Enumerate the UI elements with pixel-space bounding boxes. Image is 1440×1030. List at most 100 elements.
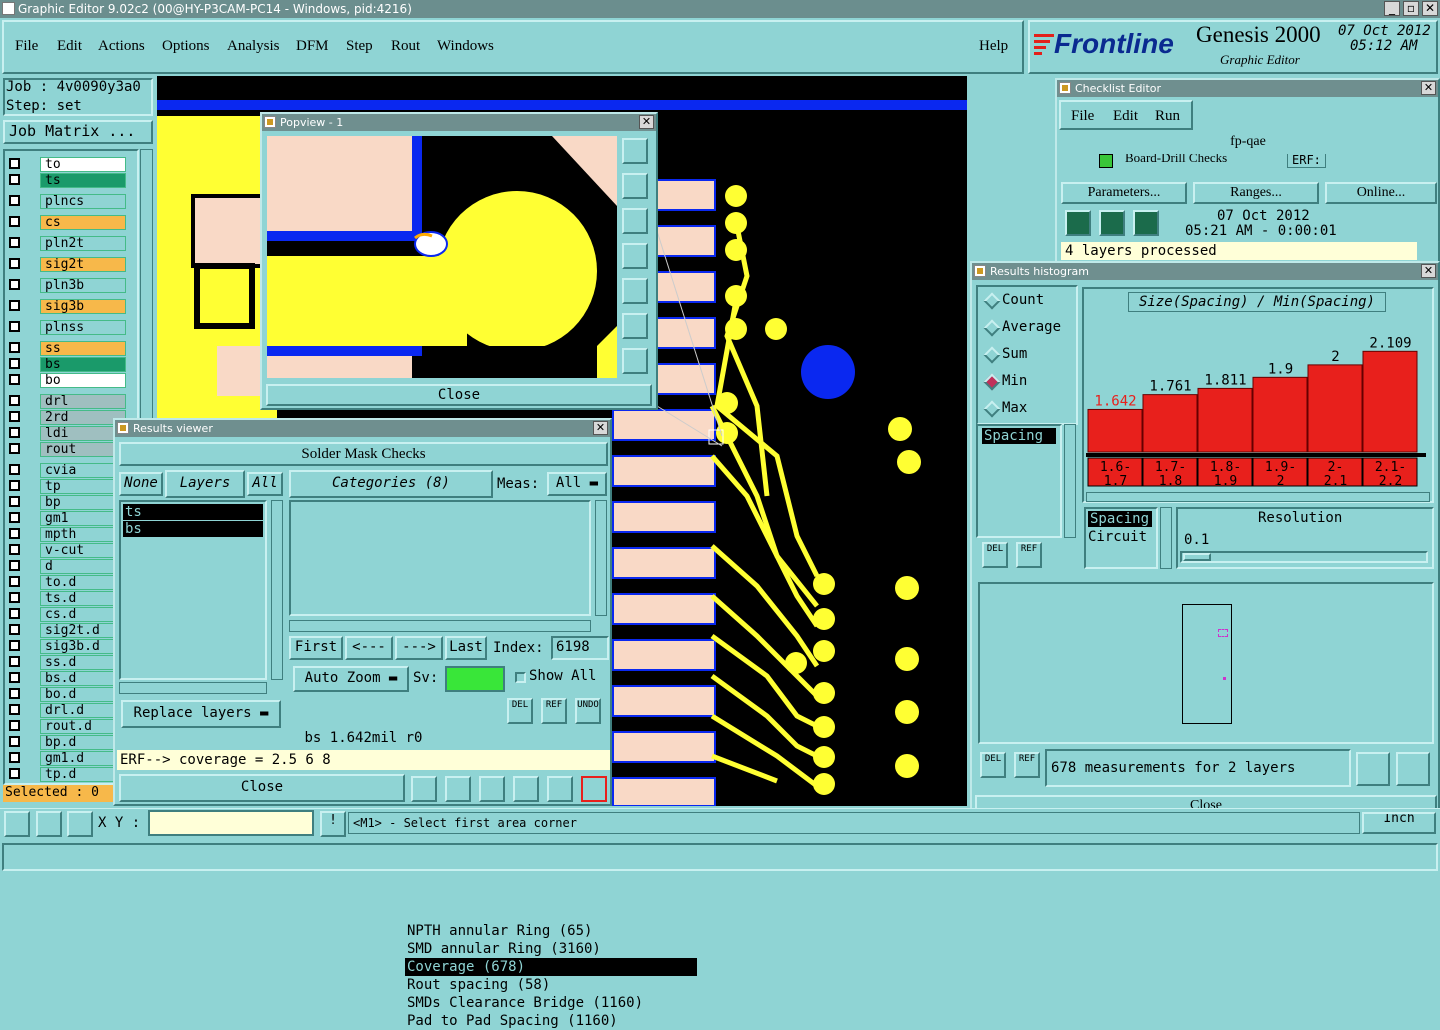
histogram-titlebar[interactable]: Results histogram ✕	[972, 263, 1438, 280]
layer-row[interactable]: pln3b	[4, 278, 126, 293]
layer-checkbox[interactable]	[9, 672, 20, 683]
layer-checkbox[interactable]	[9, 237, 20, 248]
layer-name[interactable]: pln2t	[40, 236, 126, 251]
bar-chart-icon[interactable]	[581, 776, 607, 802]
layer-row[interactable]: to.d	[4, 575, 126, 590]
categories-button[interactable]: Categories (8)	[289, 470, 493, 498]
category-item[interactable]: Pad to Pad Spacing (1160)	[407, 1012, 618, 1030]
histogram-bar[interactable]	[1252, 376, 1308, 453]
layer-name[interactable]: drl	[40, 394, 126, 409]
checklist-row[interactable]: Board-Drill Checks ERF:	[1063, 154, 1423, 172]
results-viewer-close-button[interactable]: Close	[119, 774, 405, 802]
notes-icon[interactable]	[547, 776, 573, 802]
mode-max[interactable]: Max	[1002, 400, 1027, 416]
layer-row[interactable]: cs.d	[4, 607, 126, 622]
layer-name[interactable]: ss	[40, 341, 126, 356]
layer-checkbox[interactable]	[9, 496, 20, 507]
layer-checkbox[interactable]	[9, 560, 20, 571]
ranges-button[interactable]: Ranges...	[1193, 182, 1319, 204]
layer-checkbox[interactable]	[9, 608, 20, 619]
none-button[interactable]: None	[119, 472, 163, 496]
popview-close-icon[interactable]: ✕	[639, 115, 654, 129]
layer-result-item-ts[interactable]: ts	[123, 504, 263, 520]
layer-row[interactable]: rout.d	[4, 719, 126, 734]
layer-checkbox[interactable]	[9, 358, 20, 369]
category-item[interactable]: Coverage (678)	[405, 958, 697, 976]
layer-checkbox[interactable]	[9, 258, 20, 269]
resolution-slider-thumb[interactable]	[1183, 553, 1211, 561]
category-item[interactable]: SMDs Clearance Bridge (1160)	[407, 994, 643, 1012]
layer-checkbox[interactable]	[9, 656, 20, 667]
next-button[interactable]: --->	[395, 636, 443, 660]
zoom-in-icon[interactable]	[622, 313, 648, 339]
close-window-button[interactable]: ✕	[1422, 1, 1438, 16]
layer-row[interactable]: gm1.d	[4, 751, 126, 766]
layer-checkbox[interactable]	[9, 512, 20, 523]
hist-ref2-icon[interactable]: REF	[1014, 752, 1040, 778]
stop-run-icon[interactable]	[1133, 210, 1159, 236]
layer-row[interactable]: plnss	[4, 320, 126, 335]
category-item[interactable]: NPTH annular Ring (65)	[407, 922, 592, 940]
layer-checkbox[interactable]	[9, 736, 20, 747]
layer-checkbox[interactable]	[9, 411, 20, 422]
del-icon[interactable]: DEL	[507, 698, 533, 724]
zoom-histogram-icon[interactable]	[1356, 752, 1390, 786]
menu-options[interactable]: Options	[162, 38, 210, 55]
menu-dfm[interactable]: DFM	[296, 38, 329, 55]
layer-result-item-bs[interactable]: bs	[123, 521, 263, 537]
histogram-bar[interactable]	[1142, 394, 1198, 453]
layer-checkbox[interactable]	[9, 216, 20, 227]
hist-ref-icon[interactable]: REF	[1016, 542, 1042, 568]
last-button[interactable]: Last	[445, 636, 487, 660]
layer-checkbox[interactable]	[9, 374, 20, 385]
measure-type-scroll[interactable]	[1064, 424, 1076, 538]
mode-average[interactable]: Average	[1002, 319, 1061, 335]
zoom-fit-icon[interactable]	[622, 138, 648, 164]
layer-checkbox[interactable]	[9, 480, 20, 491]
grid-icon[interactable]	[67, 811, 93, 837]
layer-row[interactable]: bo	[4, 373, 126, 388]
layer-row[interactable]: cvia	[4, 463, 126, 478]
layer-row[interactable]: bp	[4, 495, 126, 510]
layer-checkbox[interactable]	[9, 321, 20, 332]
layer-row[interactable]: bp.d	[4, 735, 126, 750]
layer-name[interactable]: plncs	[40, 194, 126, 209]
layer-checkbox[interactable]	[9, 640, 20, 651]
show-icon[interactable]	[445, 776, 471, 802]
layer-row[interactable]: 2rd	[4, 410, 126, 425]
layer-checkbox[interactable]	[9, 464, 20, 475]
menu-step[interactable]: Step	[346, 38, 373, 55]
layer-checkbox[interactable]	[9, 300, 20, 311]
pan-right-icon[interactable]	[622, 278, 648, 304]
layer-checkbox[interactable]	[9, 752, 20, 763]
online-button[interactable]: Online...	[1325, 182, 1437, 204]
layer-row[interactable]: ss.d	[4, 655, 126, 670]
run-check-icon[interactable]	[1065, 210, 1091, 236]
layer-checkbox[interactable]	[9, 720, 20, 731]
index-input[interactable]: 6198	[551, 636, 609, 660]
layer-row[interactable]: pln2t	[4, 236, 126, 251]
layer-checkbox[interactable]	[9, 427, 20, 438]
show-all-checkbox[interactable]	[515, 672, 526, 683]
mode-min[interactable]: Min	[1002, 373, 1027, 389]
histogram-bar[interactable]	[1087, 408, 1143, 453]
menu-windows[interactable]: Windows	[437, 38, 494, 55]
type-spacing[interactable]: Spacing	[1088, 511, 1152, 527]
layer-name[interactable]: cs	[40, 215, 126, 230]
category-list[interactable]	[289, 500, 591, 616]
menu-help[interactable]: Help	[979, 38, 1008, 55]
menu-rout[interactable]: Rout	[391, 38, 420, 55]
layer-checkbox[interactable]	[9, 158, 20, 169]
layer-checkbox[interactable]	[9, 195, 20, 206]
hist-del2-icon[interactable]: DEL	[980, 752, 1006, 778]
checklist-close-icon[interactable]: ✕	[1421, 81, 1436, 95]
menu-file[interactable]: File	[15, 38, 38, 55]
layer-name[interactable]: to	[40, 157, 126, 172]
layer-row[interactable]: ss	[4, 341, 126, 356]
mode-sum[interactable]: Sum	[1002, 346, 1027, 362]
layer-row[interactable]: bs.d	[4, 671, 126, 686]
layer-checkbox[interactable]	[9, 624, 20, 635]
popview-titlebar[interactable]: Popview - 1 ✕	[262, 114, 656, 131]
layer-name[interactable]: sig3b	[40, 299, 126, 314]
layer-row[interactable]: to	[4, 157, 126, 172]
